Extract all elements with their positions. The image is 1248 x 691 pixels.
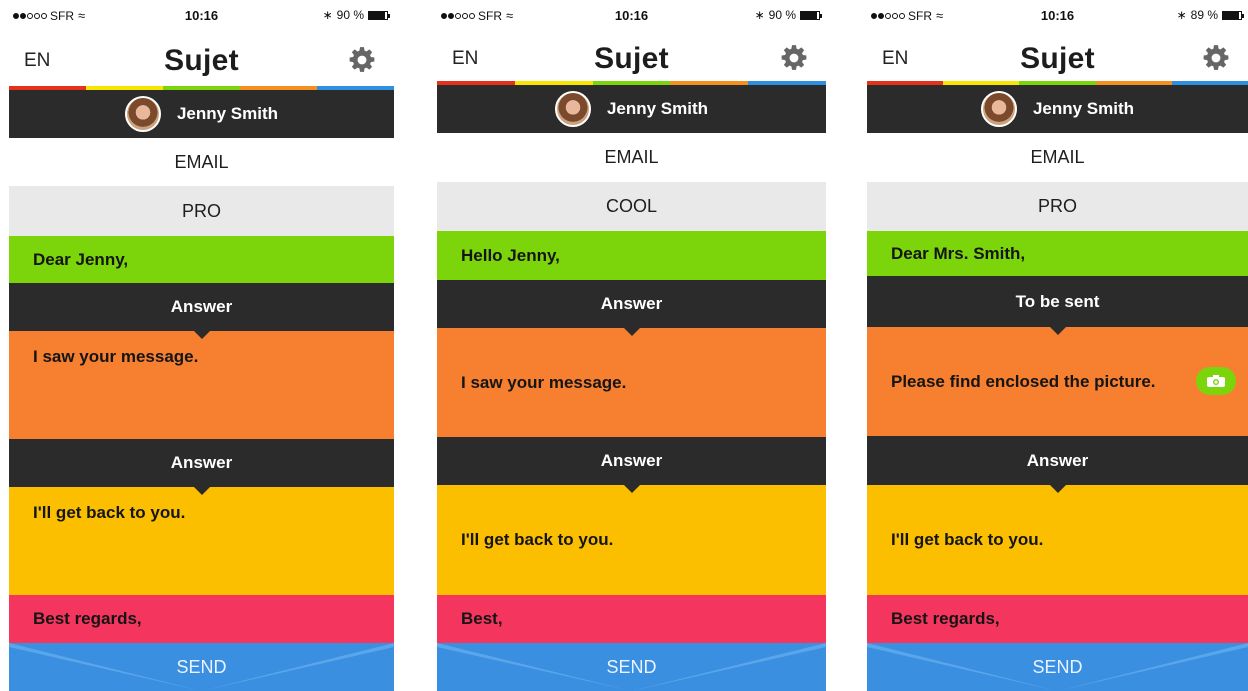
message-block[interactable]: I'll get back to you. (9, 487, 394, 595)
contact-bar[interactable]: Jenny Smith (867, 85, 1248, 133)
section-header: Answer (9, 283, 394, 339)
gear-icon[interactable] (348, 46, 376, 74)
send-label: SEND (1032, 656, 1083, 677)
send-label: SEND (176, 656, 227, 677)
battery-percent: 90 % (336, 8, 364, 22)
message-block[interactable]: I saw your message. (9, 331, 394, 439)
avatar (124, 96, 161, 132)
contact-name: Jenny Smith (176, 104, 279, 123)
bluetooth-icon: ∗ (754, 8, 765, 22)
section-header: Answer (867, 436, 1248, 493)
section-header: Answer (437, 437, 826, 493)
send-button[interactable]: SEND (9, 643, 394, 691)
avatar (980, 91, 1017, 127)
battery-icon (800, 10, 822, 20)
message-text: Please find enclosed the picture. (891, 371, 1156, 391)
status-bar: SFR ≈ 10:16 ∗ 89 % (867, 0, 1248, 24)
greeting-block[interactable]: Dear Jenny, (9, 236, 394, 283)
send-button[interactable]: SEND (437, 643, 826, 691)
contact-name: Jenny Smith (606, 99, 709, 118)
app-title: Sujet (594, 42, 669, 75)
closing-block[interactable]: Best regards, (867, 595, 1248, 643)
status-bar: SFR ≈ 10:16 ∗ 90 % (437, 0, 826, 24)
app-title: Sujet (1020, 42, 1095, 75)
phone-screen-3: SFR ≈ 10:16 ∗ 89 % EN Sujet Jenny Smith … (867, 0, 1248, 691)
nav-bar: EN Sujet (437, 22, 826, 84)
closing-block[interactable]: Best regards, (9, 595, 394, 643)
channel-selector[interactable]: EMAIL (9, 138, 394, 186)
closing-block[interactable]: Best, (437, 595, 826, 643)
battery-percent: 90 % (768, 8, 796, 22)
bluetooth-icon: ∗ (1176, 8, 1187, 22)
nav-bar: EN Sujet (867, 22, 1248, 84)
battery-icon (1222, 10, 1244, 20)
send-button[interactable]: SEND (867, 643, 1248, 691)
contact-bar[interactable]: Jenny Smith (437, 85, 826, 133)
contact-bar[interactable]: Jenny Smith (9, 90, 394, 138)
tone-selector[interactable]: COOL (437, 182, 826, 231)
tone-selector[interactable]: PRO (9, 186, 394, 236)
camera-icon[interactable] (1196, 367, 1236, 395)
message-block[interactable]: I'll get back to you. (437, 485, 826, 595)
message-block[interactable]: I'll get back to you. (867, 485, 1248, 595)
phone-screen-2: SFR ≈ 10:16 ∗ 90 % EN Sujet Jenny Smith … (437, 0, 826, 691)
battery-percent: 89 % (1190, 8, 1218, 22)
app-title: Sujet (164, 44, 239, 77)
message-block[interactable]: I saw your message. (437, 328, 826, 437)
status-bar: SFR ≈ 10:16 ∗ 90 % (9, 0, 394, 24)
contact-name: Jenny Smith (1032, 99, 1135, 118)
greeting-block[interactable]: Dear Mrs. Smith, (867, 231, 1248, 276)
battery-icon (368, 10, 390, 20)
phone-screen-1: SFR ≈ 10:16 ∗ 90 % EN Sujet Jenny Smith … (9, 0, 394, 691)
tone-selector[interactable]: PRO (867, 182, 1248, 231)
section-header: Answer (437, 280, 826, 336)
section-header: To be sent (867, 276, 1248, 335)
section-header: Answer (9, 439, 394, 495)
avatar (554, 91, 591, 127)
send-label: SEND (606, 656, 657, 677)
message-block[interactable]: Please find enclosed the picture. (867, 327, 1248, 436)
greeting-block[interactable]: Hello Jenny, (437, 231, 826, 280)
channel-selector[interactable]: EMAIL (867, 133, 1248, 182)
gear-icon[interactable] (1202, 44, 1230, 72)
nav-bar: EN Sujet (9, 24, 394, 86)
bluetooth-icon: ∗ (322, 8, 333, 22)
gear-icon[interactable] (780, 44, 808, 72)
channel-selector[interactable]: EMAIL (437, 133, 826, 182)
